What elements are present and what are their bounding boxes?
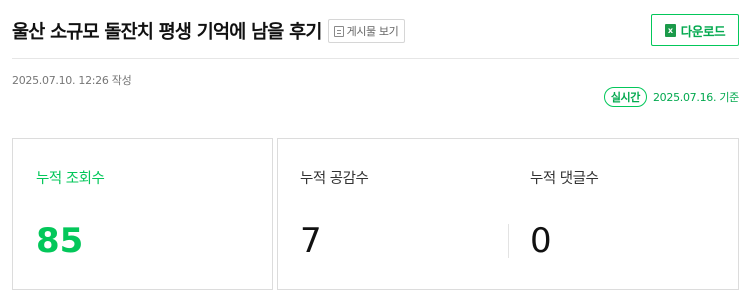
views-card: 누적 조회수 85 [12, 138, 273, 290]
comments-value: 0 [530, 221, 552, 261]
engagement-card: 누적 공감수 7 누적 댓글수 0 [277, 138, 739, 290]
comments-label: 누적 댓글수 [530, 171, 599, 187]
realtime-date: 2025.07.16. 기준 [652, 91, 739, 104]
view-post-label: 게시물 보기 [346, 25, 399, 38]
realtime-indicator: 실시간 2025.07.16. 기준 [603, 87, 739, 107]
download-label: 다운로드 [680, 23, 726, 39]
written-timestamp: 2025.07.10. 12:26 작성 [12, 74, 132, 87]
page-title: 울산 소규모 돌잔치 평생 기억에 남을 후기 [12, 22, 322, 43]
view-post-button[interactable]: 게시물 보기 [327, 19, 406, 43]
header-divider [12, 58, 739, 59]
title-row: 울산 소규모 돌잔치 평생 기억에 남을 후기 게시물 보기 [12, 17, 406, 45]
views-value: 85 [36, 221, 84, 261]
realtime-badge: 실시간 [603, 87, 647, 107]
document-icon [333, 25, 344, 37]
excel-icon: x [664, 23, 676, 37]
likes-label: 누적 공감수 [300, 171, 369, 187]
views-label: 누적 조회수 [36, 171, 105, 187]
stat-separator [508, 224, 509, 258]
download-button[interactable]: x 다운로드 [651, 14, 739, 46]
likes-value: 7 [300, 221, 322, 261]
